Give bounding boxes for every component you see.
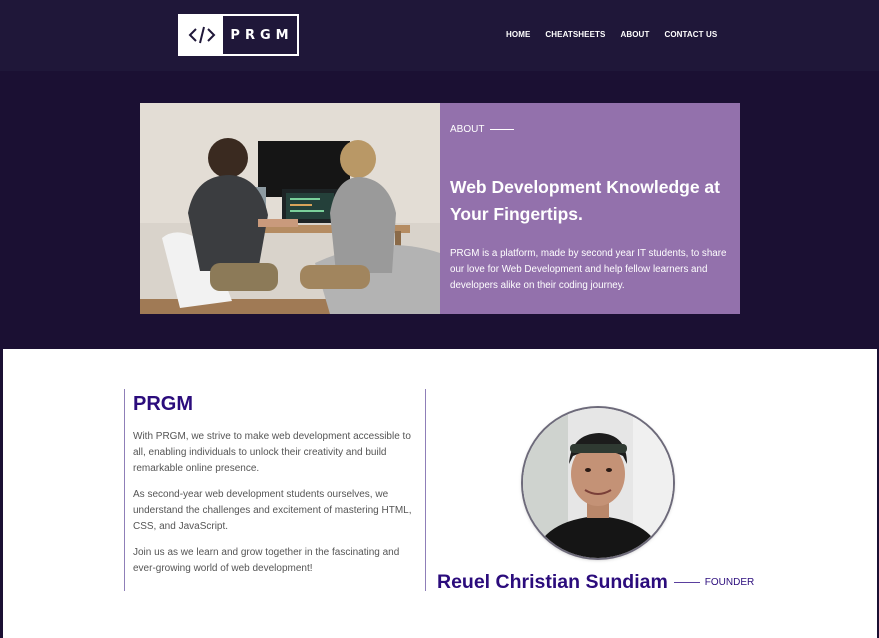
nav-cheatsheets[interactable]: CHEATSHEETS xyxy=(545,30,605,39)
about-label-text: ABOUT xyxy=(450,124,485,135)
site-header: PRGM HOME CHEATSHEETS ABOUT CONTACT US xyxy=(0,0,879,71)
logo[interactable]: PRGM xyxy=(178,14,299,56)
code-icon xyxy=(180,16,223,54)
about-paragraph: Join us as we learn and grow together in… xyxy=(133,547,400,574)
about-label: ABOUT xyxy=(450,124,515,135)
divider-line xyxy=(490,129,515,130)
hero-image xyxy=(140,103,440,314)
hero-description: PRGM is a platform, made by second year … xyxy=(450,248,727,291)
about-paragraph: As second-year web development students … xyxy=(133,489,412,532)
about-paragraph: With PRGM, we strive to make web develop… xyxy=(133,431,411,474)
about-section: PRGM With PRGM, we strive to make web de… xyxy=(0,349,879,638)
founder-avatar xyxy=(523,408,673,558)
main-nav: HOME CHEATSHEETS ABOUT CONTACT US xyxy=(506,30,732,39)
logo-text: PRGM xyxy=(230,27,294,43)
hero-card: ABOUT Web Development Knowledge at Your … xyxy=(440,103,740,314)
nav-home[interactable]: HOME xyxy=(506,30,530,39)
founder-role: FOUNDER xyxy=(704,577,755,588)
hero-title: Web Development Knowledge at Your Finger… xyxy=(450,177,720,224)
nav-about[interactable]: ABOUT xyxy=(620,30,649,39)
divider-line xyxy=(673,581,700,584)
about-title: PRGM xyxy=(133,393,193,415)
about-text-column: PRGM With PRGM, we strive to make web de… xyxy=(124,389,426,591)
hero-section: ABOUT Web Development Knowledge at Your … xyxy=(0,71,879,349)
founder-caption: Reuel Christian Sundiam FOUNDER xyxy=(437,571,754,594)
founder-name: Reuel Christian Sundiam xyxy=(437,571,668,593)
nav-contact-us[interactable]: CONTACT US xyxy=(664,30,717,39)
